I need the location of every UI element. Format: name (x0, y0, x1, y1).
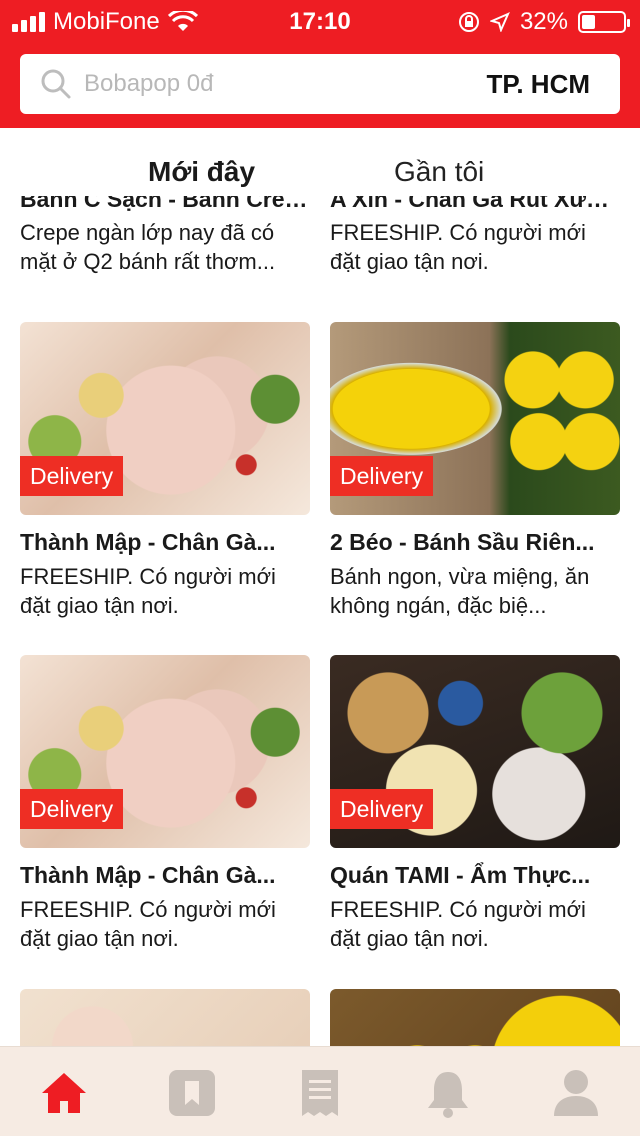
profile-icon (554, 1070, 598, 1116)
search-input[interactable] (76, 70, 487, 98)
home-icon (42, 1073, 86, 1113)
card-title: A Xìn - Chân Gà Rút Xương (330, 196, 620, 212)
nav-profile[interactable] (552, 1069, 600, 1117)
food-image: Delivery (20, 655, 310, 848)
restaurant-card[interactable]: Delivery Quán TAMI - Ẩm Thực... FREESHIP… (330, 655, 620, 953)
location-icon (489, 12, 510, 32)
delivery-badge: Delivery (330, 789, 434, 829)
card-title: Quán TAMI - Ẩm Thực... (330, 862, 591, 888)
rotation-lock-icon (458, 12, 479, 32)
search-bar[interactable]: TP. HCM (20, 54, 620, 114)
battery-percent: 32% (519, 8, 568, 35)
card-title: Thành Mập - Chân Gà... (20, 529, 276, 555)
nav-home[interactable] (40, 1069, 88, 1117)
delivery-badge: Delivery (330, 456, 434, 496)
city-selector[interactable]: TP. HCM (486, 69, 590, 100)
food-image (330, 989, 620, 1046)
food-image (20, 989, 310, 1046)
restaurant-card[interactable] (330, 989, 620, 1046)
receipt-icon (302, 1070, 338, 1116)
food-image: Delivery (20, 322, 310, 515)
card-description: FREESHIP. Có người mới đặt giao tận nơi. (330, 897, 586, 951)
bookmark-icon (169, 1070, 215, 1116)
restaurant-card[interactable]: Delivery 2 Béo - Bánh Sầu Riên... Bánh n… (330, 322, 620, 620)
nav-orders[interactable] (296, 1069, 344, 1117)
tab-nearby[interactable]: Gần tôi (394, 156, 484, 188)
restaurant-card[interactable] (20, 989, 310, 1046)
battery-icon (578, 11, 630, 33)
food-image: Delivery (330, 322, 620, 515)
card-description: FREESHIP. Có người mới đặt giao tận nơi. (20, 564, 276, 618)
card-title: Thành Mập - Chân Gà... (20, 862, 276, 888)
tab-recent[interactable]: Mới đây (148, 156, 255, 188)
card-description: Crepe ngàn lớp nay đã có mặt ở Q2 bánh r… (20, 220, 276, 274)
status-bar: MobiFone 17:10 32% (0, 0, 640, 42)
delivery-badge: Delivery (20, 456, 124, 496)
restaurant-card[interactable]: Delivery Thành Mập - Chân Gà... FREESHIP… (20, 655, 310, 953)
card-title: Bánh C Sạch - Bánh Crepe (20, 196, 310, 212)
bottom-navigation (0, 1046, 640, 1136)
search-icon (41, 69, 71, 99)
card-description: FREESHIP. Có người mới đặt giao tận nơi. (20, 897, 276, 951)
card-description: Bánh ngon, vừa miệng, ăn không ngán, đặc… (330, 564, 590, 618)
restaurant-list[interactable]: Bánh C Sạch - Bánh Crepe Crepe ngàn lớp … (0, 196, 640, 1046)
card-title: 2 Béo - Bánh Sầu Riên... (330, 529, 595, 555)
nav-notifications[interactable] (424, 1069, 472, 1118)
list-item[interactable]: A Xìn - Chân Gà Rút Xương FREESHIP. Có n… (330, 196, 620, 276)
nav-saved[interactable] (168, 1069, 216, 1117)
list-item[interactable]: Bánh C Sạch - Bánh Crepe Crepe ngàn lớp … (20, 196, 310, 276)
status-right: 32% (458, 8, 630, 36)
restaurant-card[interactable]: Delivery Thành Mập - Chân Gà... FREESHIP… (20, 322, 310, 620)
bell-icon (428, 1072, 468, 1118)
food-image: Delivery (330, 655, 620, 848)
battery-fill (582, 15, 595, 29)
card-description: FREESHIP. Có người mới đặt giao tận nơi. (330, 220, 586, 274)
delivery-badge: Delivery (20, 789, 124, 829)
